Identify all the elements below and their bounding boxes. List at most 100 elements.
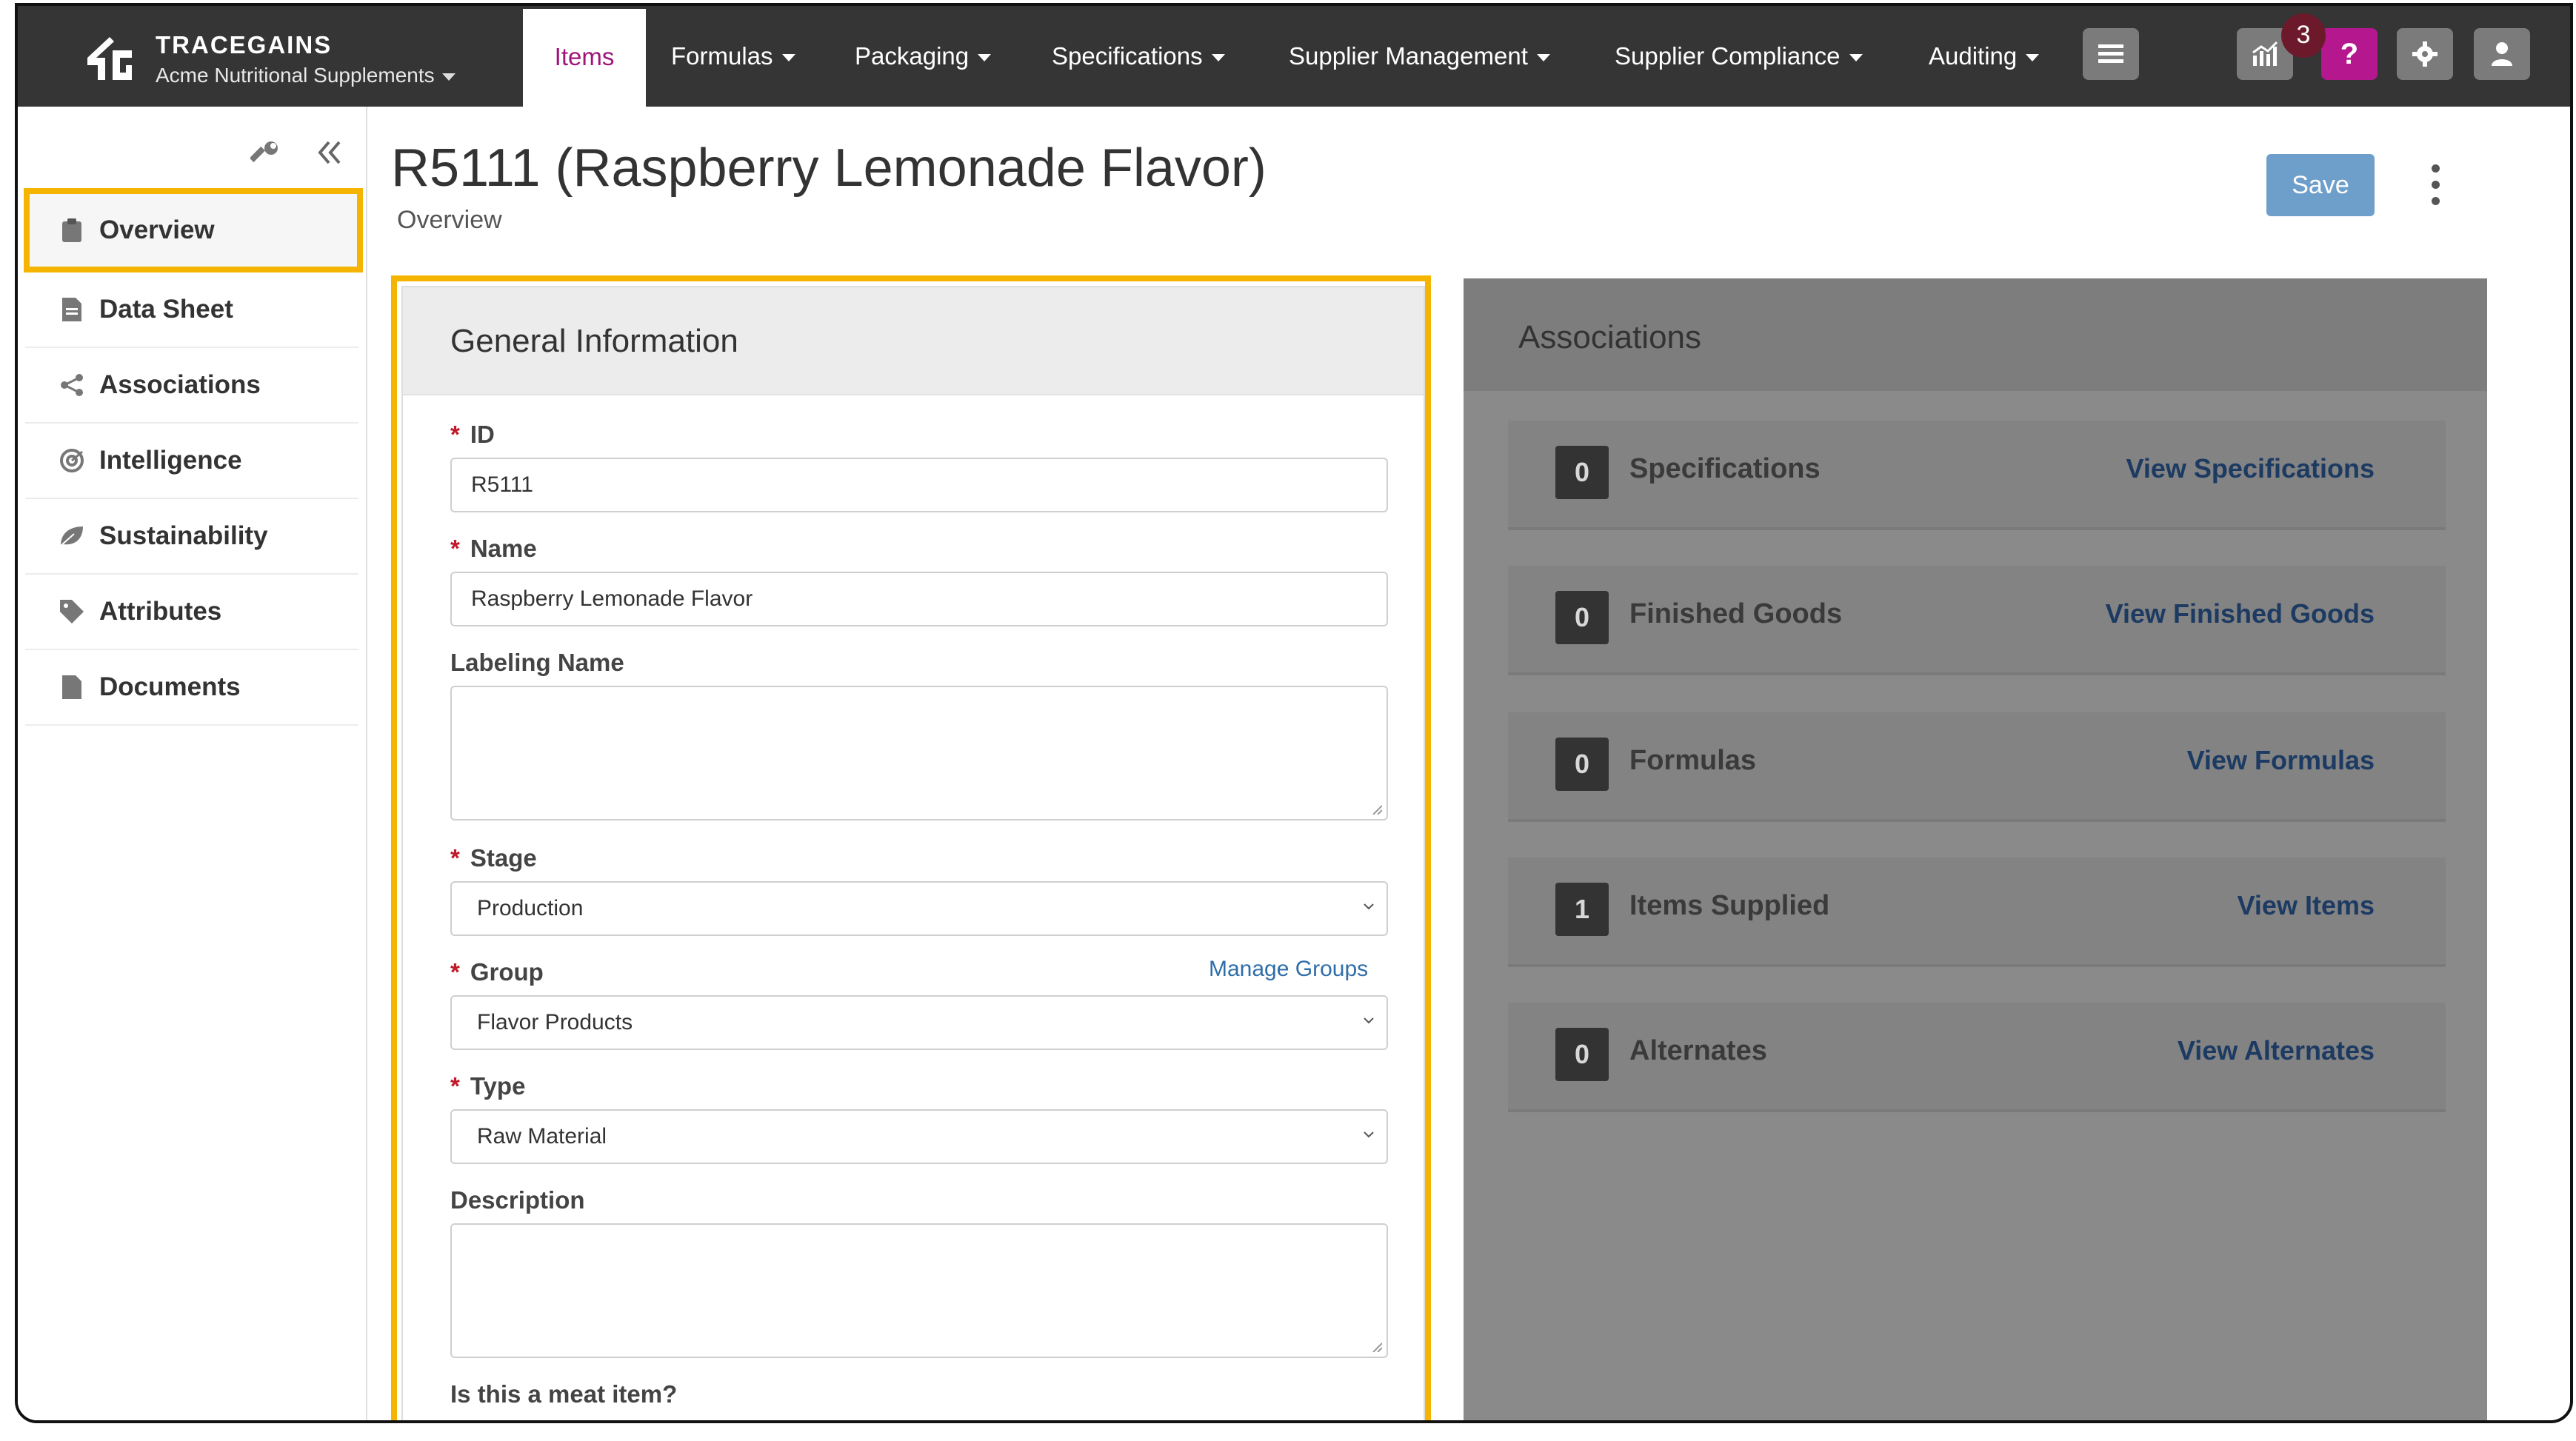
associations-heading: Associations [1464, 278, 2487, 391]
nav-supplier-management[interactable]: Supplier Management [1289, 6, 1550, 107]
sidebar-item-label: Data Sheet [99, 295, 233, 324]
type-label: * Type [450, 1072, 525, 1100]
sidebar-item-label: Documents [99, 672, 241, 701]
sidebar-item-attributes[interactable]: Attributes [25, 575, 358, 650]
sidebar-item-documents[interactable]: Documents [25, 650, 358, 726]
help-button[interactable]: ? [2321, 28, 2378, 80]
description-textarea[interactable] [450, 1223, 1388, 1358]
association-name: Alternates [1629, 1035, 1767, 1066]
sidebar-item-label: Intelligence [99, 446, 242, 475]
labeling-name-textarea[interactable] [450, 686, 1388, 820]
chevron-down-icon [978, 54, 992, 62]
resize-grip-icon[interactable] [1372, 1342, 1382, 1352]
chevron-down-icon [1849, 54, 1863, 62]
user-icon [2492, 42, 2512, 66]
type-value: Raw Material [477, 1124, 607, 1149]
resize-grip-icon[interactable] [1372, 804, 1382, 815]
sidebar-item-overview[interactable]: Overview [24, 188, 363, 273]
name-label-text: Name [470, 535, 537, 562]
association-row-alternates: 0 Alternates View Alternates [1508, 1003, 2446, 1112]
manage-groups-link[interactable]: Manage Groups [1209, 957, 1368, 982]
group-label-text: Group [470, 958, 544, 986]
wrench-icon[interactable] [250, 139, 280, 169]
nav-specifications-label: Specifications [1052, 42, 1203, 70]
count-badge: 0 [1555, 446, 1609, 499]
nav-specifications[interactable]: Specifications [1052, 6, 1225, 107]
stage-label: * Stage [450, 844, 537, 872]
chevron-down-icon [1536, 54, 1550, 62]
nav-items[interactable]: Items [523, 9, 646, 107]
tag-icon [59, 599, 84, 624]
nav-auditing-label: Auditing [1929, 42, 2018, 70]
association-name: Formulas [1629, 745, 1757, 776]
id-input[interactable]: R5111 [450, 458, 1388, 512]
sidebar-item-data-sheet[interactable]: Data Sheet [25, 273, 358, 348]
more-options-icon[interactable] [2426, 164, 2444, 210]
sidebar-item-label: Associations [99, 370, 261, 399]
sidebar-item-label: Attributes [99, 597, 222, 626]
chevron-down-icon [1364, 1017, 1374, 1024]
associations-panel: Associations 0 Specifications View Speci… [1464, 278, 2487, 1420]
nav-supplier-compliance-label: Supplier Compliance [1615, 42, 1841, 70]
chart-icon [2252, 41, 2278, 66]
page-subtitle: Overview [397, 206, 502, 234]
general-information-card: General Information * ID R5111 * Name Rasp… [401, 286, 1425, 1420]
association-row-formulas: 0 Formulas View Formulas [1508, 712, 2446, 822]
name-input[interactable]: Raspberry Lemonade Flavor [450, 572, 1388, 626]
sidebar-tools [250, 129, 354, 173]
required-mark: * [450, 421, 460, 448]
menu-button[interactable] [2083, 28, 2139, 80]
required-mark: * [450, 1072, 460, 1100]
collapse-icon[interactable] [317, 139, 344, 166]
file-icon [59, 297, 84, 322]
stage-select[interactable]: Production [450, 881, 1388, 936]
view-alternates-link[interactable]: View Alternates [2178, 1035, 2375, 1066]
app-window: TRACEGAINS Acme Nutritional Supplements … [15, 3, 2573, 1423]
page-title: R5111 (Raspberry Lemonade Flavor) [391, 138, 1267, 198]
chevron-down-icon [1364, 1131, 1374, 1138]
brand-name: TRACEGAINS [156, 31, 333, 58]
view-formulas-link[interactable]: View Formulas [2187, 745, 2375, 776]
nav-supplier-management-label: Supplier Management [1289, 42, 1528, 70]
sidebar-item-intelligence[interactable]: Intelligence [25, 424, 358, 499]
group-select[interactable]: Flavor Products [450, 995, 1388, 1050]
user-button[interactable] [2474, 28, 2530, 80]
count-badge: 0 [1555, 1028, 1609, 1081]
share-icon [59, 372, 84, 398]
group-label: * Group [450, 958, 544, 986]
association-name: Items Supplied [1629, 890, 1830, 921]
chevron-down-icon [441, 73, 456, 81]
sidebar-item-sustainability[interactable]: Sustainability [25, 499, 358, 575]
association-name: Specifications [1629, 453, 1821, 484]
stage-label-text: Stage [470, 844, 537, 872]
nav-supplier-compliance[interactable]: Supplier Compliance [1615, 6, 1863, 107]
nav-formulas[interactable]: Formulas [671, 6, 795, 107]
hamburger-icon [2098, 44, 2123, 63]
notification-badge[interactable]: 3 [2281, 13, 2326, 58]
count-badge: 1 [1555, 883, 1609, 936]
nav-packaging[interactable]: Packaging [855, 6, 992, 107]
required-mark: * [450, 535, 460, 562]
id-label-text: ID [470, 421, 495, 448]
association-name: Finished Goods [1629, 598, 1843, 629]
association-row-specifications: 0 Specifications View Specifications [1508, 421, 2446, 530]
settings-button[interactable] [2397, 28, 2453, 80]
id-label: * ID [450, 421, 495, 449]
sidebar-item-associations[interactable]: Associations [25, 348, 358, 424]
view-items-link[interactable]: View Items [2238, 890, 2375, 921]
required-mark: * [450, 844, 460, 872]
org-switcher[interactable]: Acme Nutritional Supplements [156, 64, 456, 87]
association-row-finished-goods: 0 Finished Goods View Finished Goods [1508, 566, 2446, 675]
save-button[interactable]: Save [2266, 154, 2375, 216]
type-select[interactable]: Raw Material [450, 1109, 1388, 1164]
nav-auditing[interactable]: Auditing [1929, 6, 2040, 107]
required-mark: * [450, 958, 460, 986]
labeling-name-label: Labeling Name [450, 649, 624, 676]
view-finished-goods-link[interactable]: View Finished Goods [2106, 598, 2375, 629]
view-specifications-link[interactable]: View Specifications [2126, 453, 2375, 484]
tracegains-logo-icon [87, 37, 132, 80]
stage-value: Production [477, 896, 584, 920]
brand[interactable]: TRACEGAINS Acme Nutritional Supplements [59, 21, 504, 95]
description-label: Description [450, 1186, 585, 1214]
general-information-heading: General Information [403, 287, 1424, 395]
